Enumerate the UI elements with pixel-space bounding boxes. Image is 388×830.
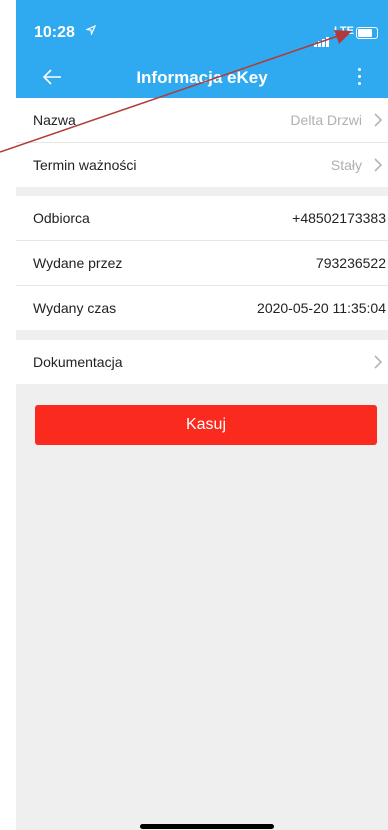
- annotation-arrow-icon: [0, 30, 352, 153]
